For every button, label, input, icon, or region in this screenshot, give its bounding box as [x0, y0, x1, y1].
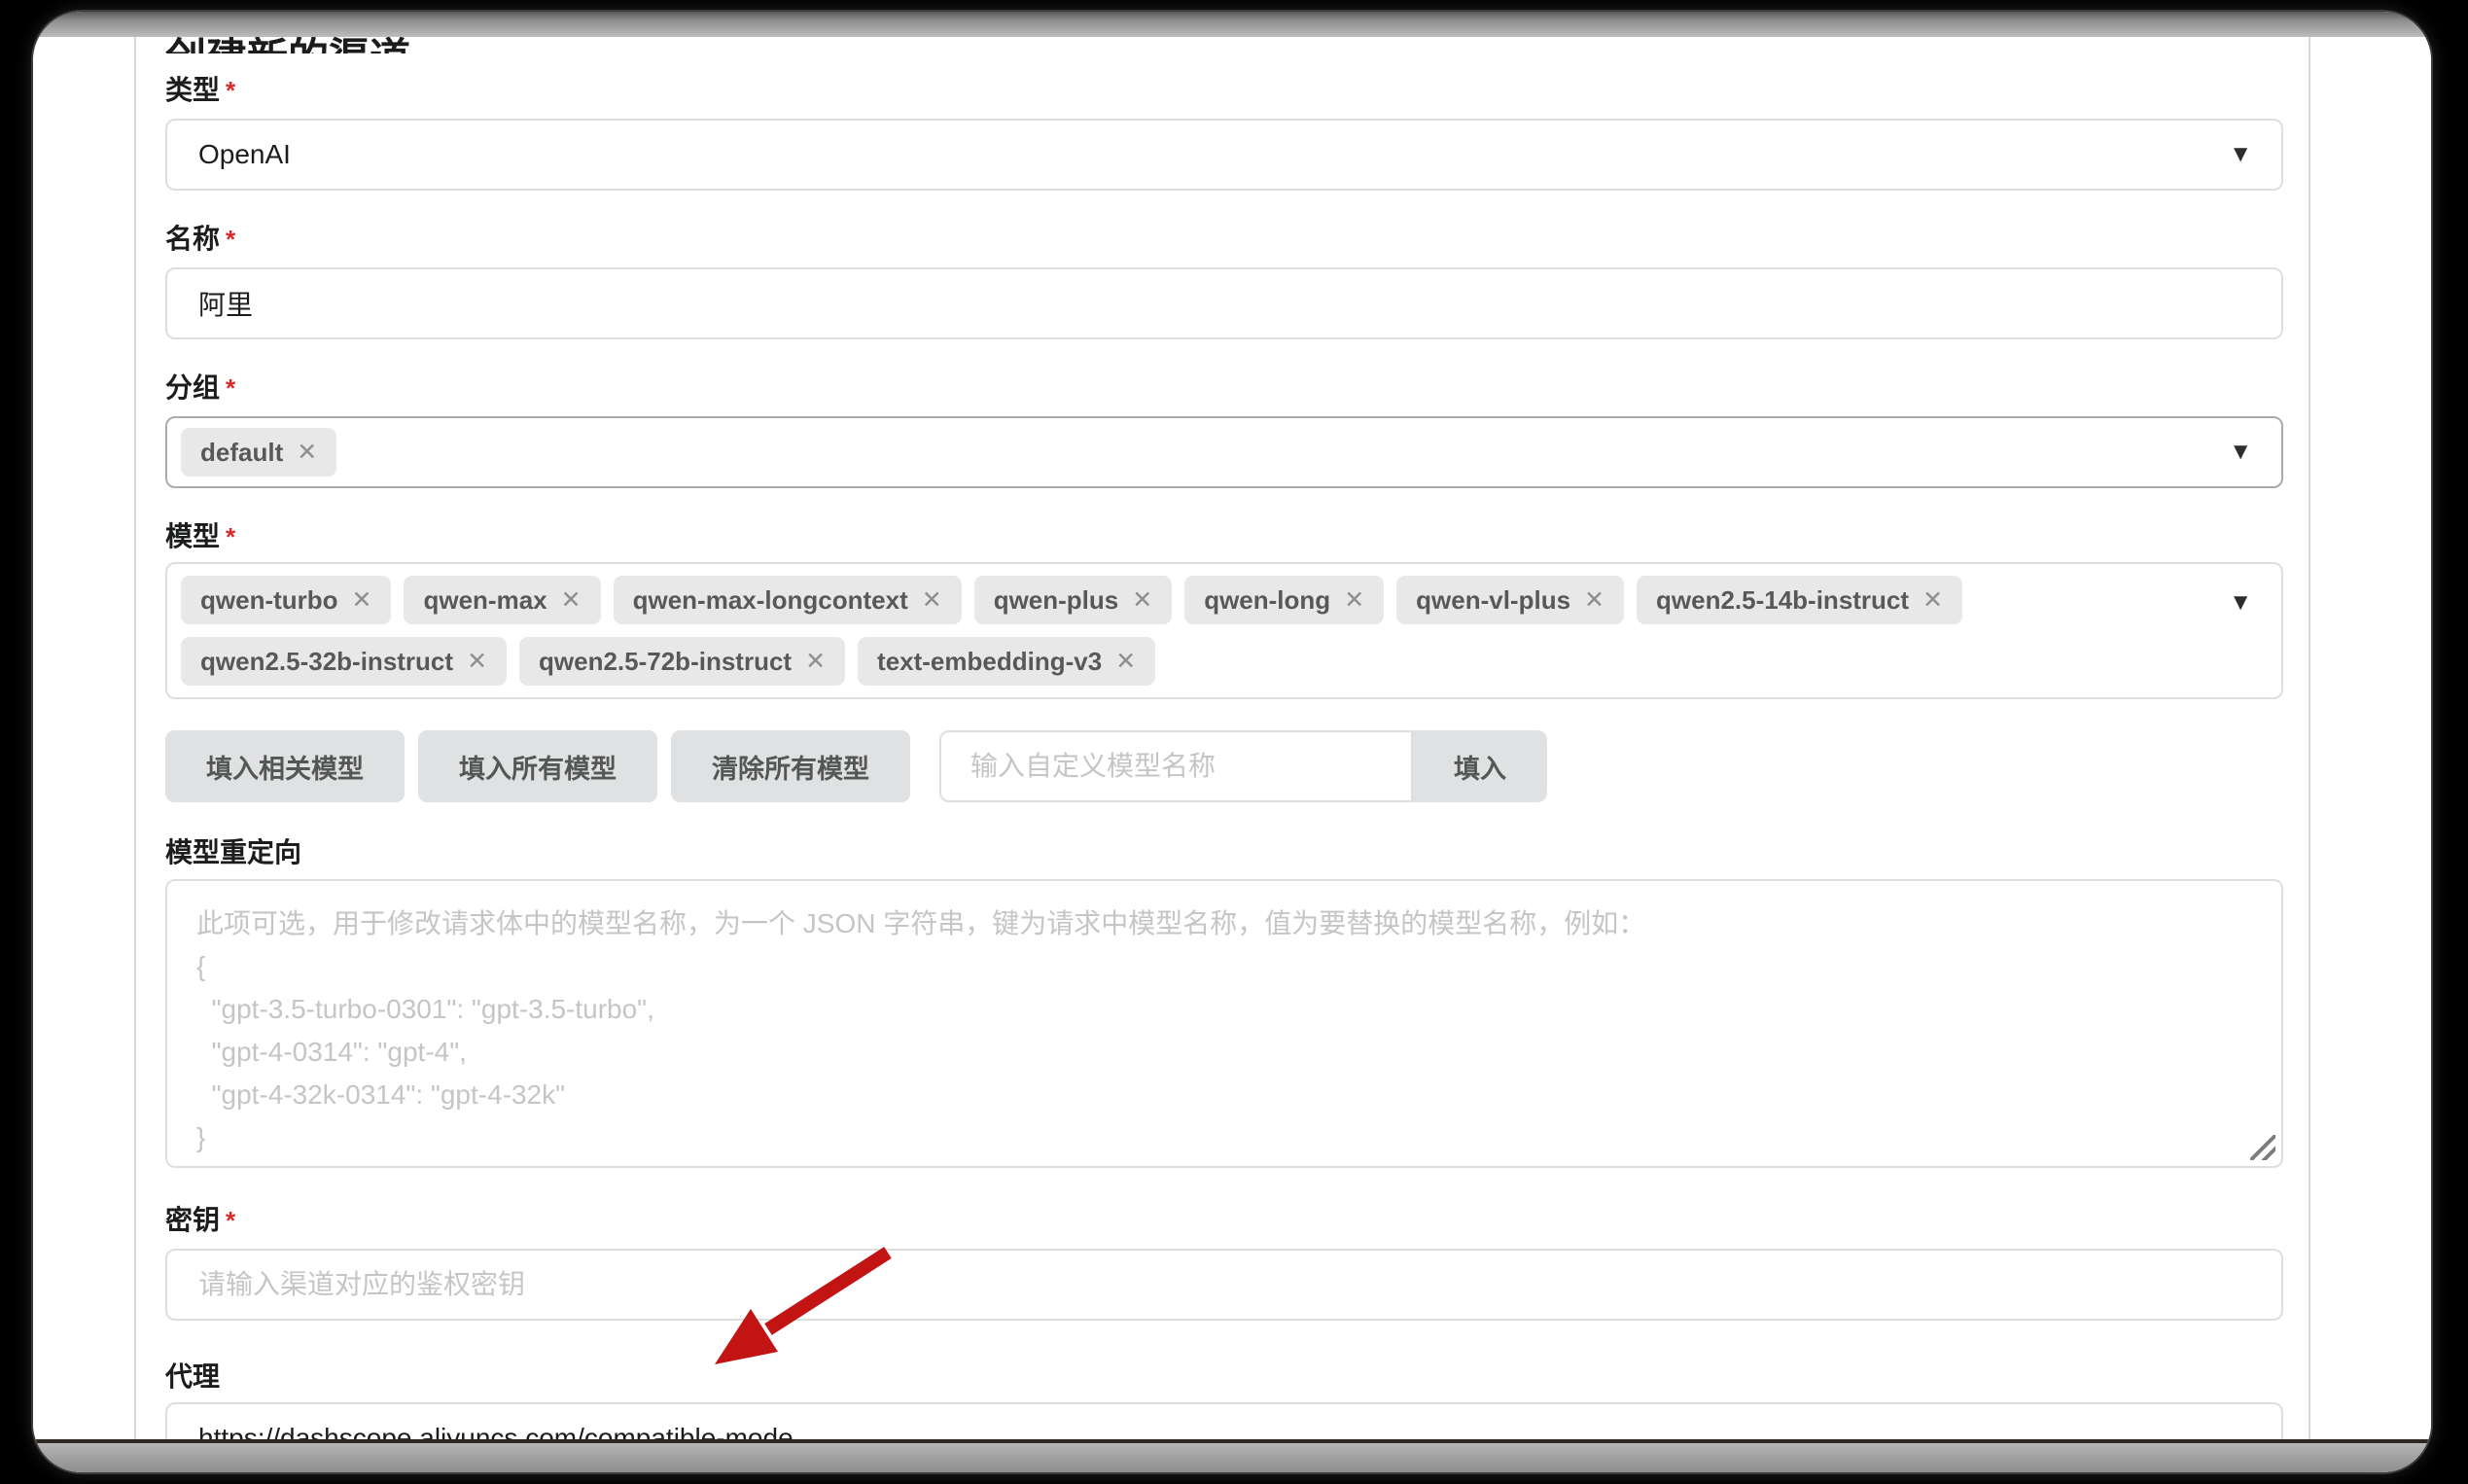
required-asterisk: * — [226, 76, 235, 105]
remove-tag-icon[interactable]: ✕ — [352, 588, 372, 613]
remove-tag-icon[interactable]: ✕ — [1115, 650, 1136, 674]
model-tag: qwen2.5-14b-instruct✕ — [1637, 576, 1962, 624]
window-bottom-edge — [33, 1439, 2431, 1472]
models-multiselect[interactable]: qwen-turbo✕ qwen-max✕ qwen-max-longconte… — [165, 562, 2283, 699]
custom-model-input-group: 填入 — [939, 730, 1547, 802]
key-label: 密钥* — [165, 1205, 2283, 1236]
model-mapping-textarea[interactable] — [165, 879, 2283, 1168]
field-proxy: 代理 — [165, 1361, 2283, 1443]
field-model-mapping: 模型重定向 — [165, 837, 2283, 1168]
fill-custom-model-button[interactable]: 填入 — [1413, 730, 1547, 802]
remove-tag-icon[interactable]: ✕ — [1584, 588, 1604, 613]
model-tag: qwen2.5-72b-instruct✕ — [519, 637, 845, 686]
model-tag: qwen-turbo✕ — [181, 576, 391, 624]
remove-tag-icon[interactable]: ✕ — [467, 650, 487, 674]
clipped-page-title: 创建新的渠道 — [165, 37, 2283, 53]
model-tag: qwen-max✕ — [404, 576, 600, 624]
fill-related-models-button[interactable]: 填入相关模型 — [165, 730, 405, 802]
remove-tag-icon[interactable]: ✕ — [1344, 588, 1364, 613]
required-asterisk: * — [226, 373, 235, 403]
app-window: 创建新的渠道 类型* OpenAI ▼ 名称* 分组* — [33, 12, 2431, 1472]
model-tag: qwen-long✕ — [1184, 576, 1384, 624]
name-label: 名称* — [165, 224, 2283, 255]
window-top-edge — [33, 12, 2431, 37]
proxy-input[interactable] — [165, 1402, 2283, 1443]
model-mapping-label: 模型重定向 — [165, 837, 2283, 868]
group-tags: default✕ — [167, 418, 2281, 486]
model-tag: qwen-vl-plus✕ — [1396, 576, 1624, 624]
proxy-label: 代理 — [165, 1361, 2283, 1393]
remove-tag-icon[interactable]: ✕ — [561, 588, 582, 613]
remove-tag-icon[interactable]: ✕ — [1922, 588, 1943, 613]
chevron-down-icon: ▼ — [2229, 591, 2252, 615]
model-tag: qwen-max-longcontext✕ — [614, 576, 962, 624]
custom-model-input[interactable] — [939, 730, 1413, 802]
type-select-value: OpenAI — [198, 139, 291, 170]
remove-tag-icon[interactable]: ✕ — [297, 441, 317, 465]
group-label: 分组* — [165, 372, 2283, 404]
model-tags: qwen-turbo✕ qwen-max✕ qwen-max-longconte… — [167, 564, 2281, 697]
page-title: 创建新的渠道 — [165, 37, 410, 53]
required-asterisk: * — [226, 522, 235, 551]
field-models: 模型* qwen-turbo✕ qwen-max✕ qwen-max-longc… — [165, 521, 2283, 699]
name-input[interactable] — [165, 267, 2283, 339]
model-buttons-row: 填入相关模型 填入所有模型 清除所有模型 填入 — [165, 730, 2283, 802]
type-label: 类型* — [165, 75, 2283, 106]
model-tag: qwen-plus✕ — [974, 576, 1173, 624]
chevron-down-icon: ▼ — [2229, 441, 2252, 464]
field-name: 名称* — [165, 224, 2283, 339]
required-asterisk: * — [226, 1206, 235, 1235]
fill-all-models-button[interactable]: 填入所有模型 — [418, 730, 657, 802]
model-tag: text-embedding-v3✕ — [858, 637, 1155, 686]
page-background: 创建新的渠道 类型* OpenAI ▼ 名称* 分组* — [33, 37, 2431, 1443]
required-asterisk: * — [226, 225, 235, 254]
form-panel: 创建新的渠道 类型* OpenAI ▼ 名称* 分组* — [134, 37, 2310, 1443]
remove-tag-icon[interactable]: ✕ — [805, 650, 826, 674]
key-input[interactable] — [165, 1249, 2283, 1321]
field-group: 分组* default✕ ▼ — [165, 372, 2283, 488]
clear-all-models-button[interactable]: 清除所有模型 — [671, 730, 910, 802]
field-type: 类型* OpenAI ▼ — [165, 75, 2283, 191]
type-select[interactable]: OpenAI ▼ — [165, 119, 2283, 191]
group-tag: default✕ — [181, 428, 336, 477]
field-key: 密钥* — [165, 1205, 2283, 1321]
remove-tag-icon[interactable]: ✕ — [922, 588, 942, 613]
models-label: 模型* — [165, 521, 2283, 552]
chevron-down-icon: ▼ — [2229, 143, 2252, 166]
model-tag: qwen2.5-32b-instruct✕ — [181, 637, 507, 686]
group-multiselect[interactable]: default✕ ▼ — [165, 416, 2283, 488]
remove-tag-icon[interactable]: ✕ — [1132, 588, 1152, 613]
